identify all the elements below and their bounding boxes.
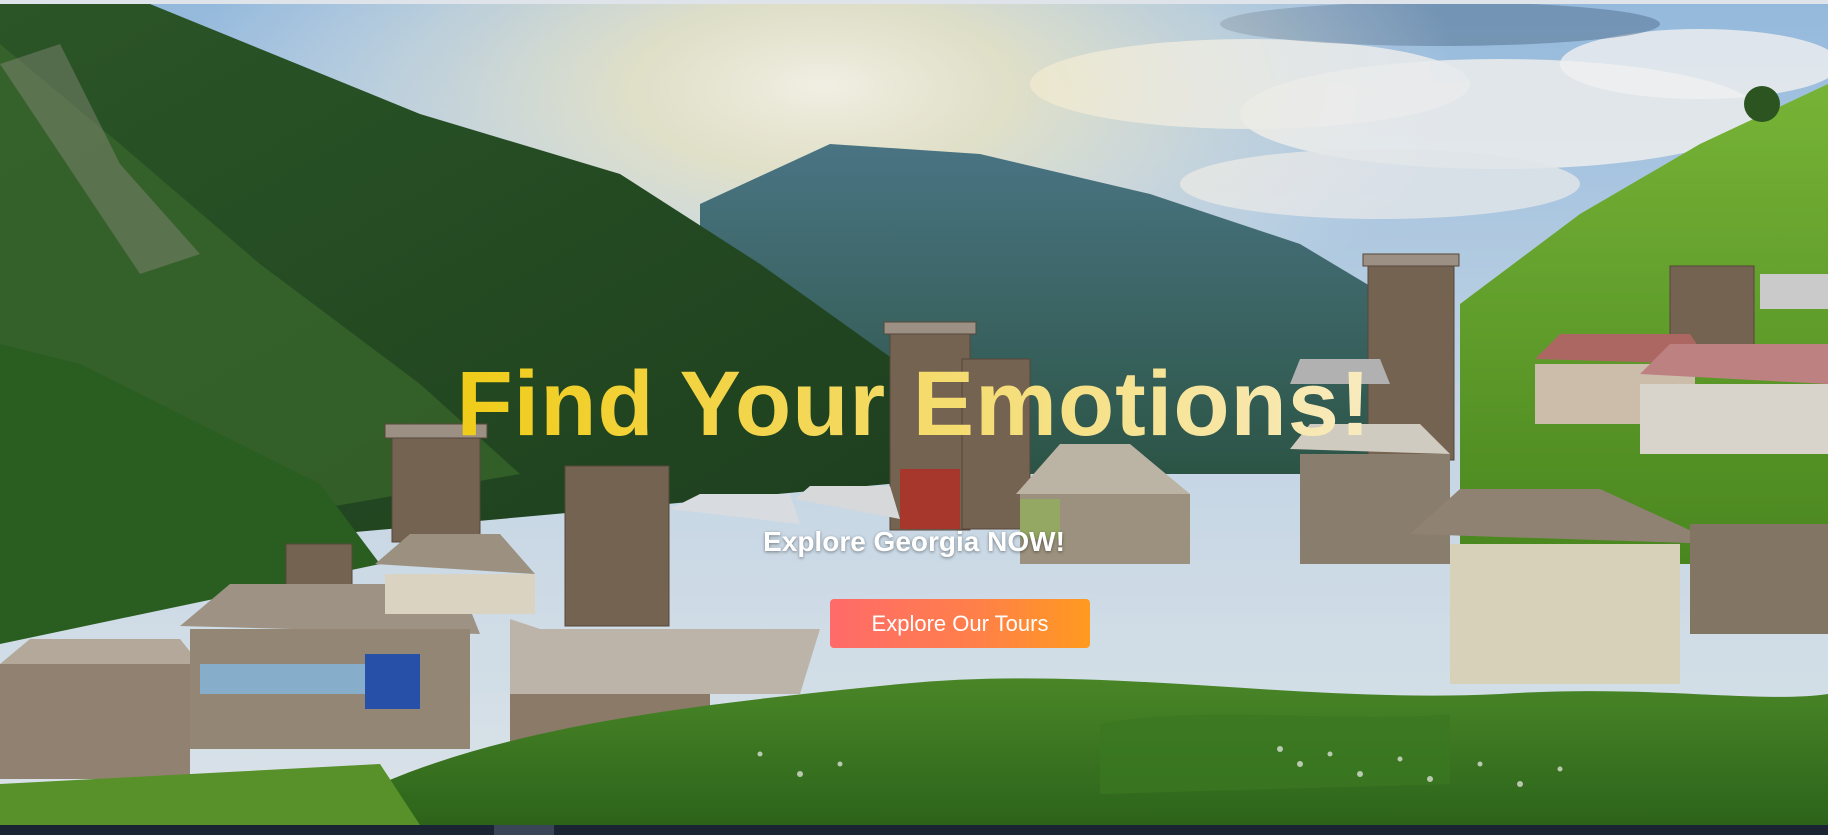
hero-subtitle: Explore Georgia NOW!: [763, 526, 1065, 557]
hero-title: Find Your Emotions!: [0, 354, 1828, 454]
hero-section: Find Your Emotions! Explore Georgia NOW!: [0, 4, 1828, 825]
horizontal-scrollbar[interactable]: [0, 825, 1828, 835]
explore-tours-button[interactable]: Explore Our Tours: [830, 599, 1090, 648]
page: Find Your Emotions! Explore Georgia NOW!…: [0, 0, 1828, 835]
scrollbar-thumb[interactable]: [494, 825, 554, 835]
hero-title-text: Find Your Emotions!: [456, 353, 1372, 455]
